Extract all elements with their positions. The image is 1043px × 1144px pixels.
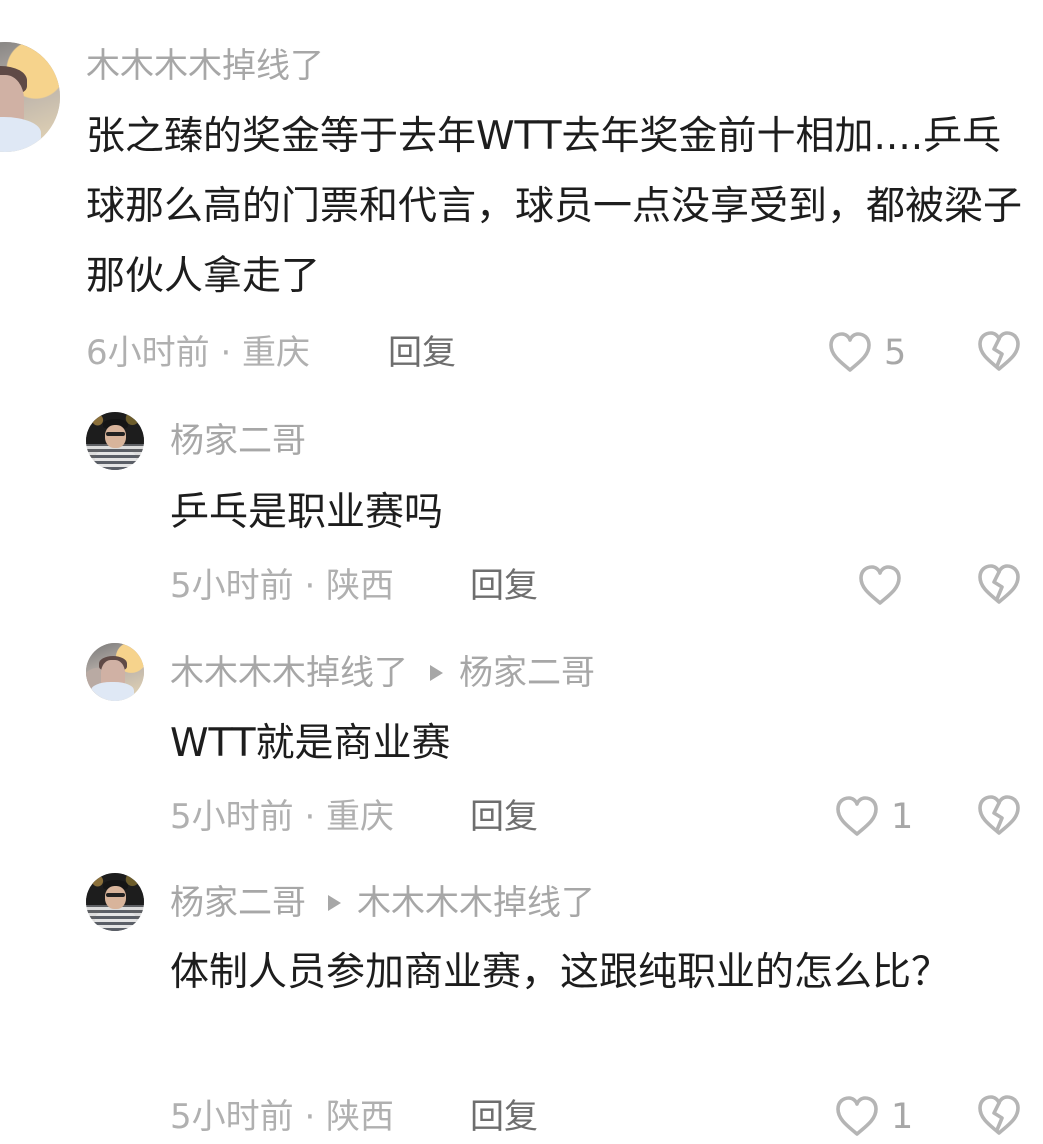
reply-button[interactable]: 回复 <box>470 797 538 837</box>
avatar-face <box>105 885 126 909</box>
heart-outline-icon <box>833 1093 881 1141</box>
like-count: 5 <box>884 333 907 373</box>
heart-outline-icon <box>833 793 881 841</box>
broken-heart-icon <box>975 1092 1023 1140</box>
comment-meta: 6小时前 · 重庆 <box>86 333 311 373</box>
like-button[interactable] <box>856 561 914 611</box>
comment-text: 体制人员参加商业赛，这跟纯职业的怎么比？ <box>170 950 951 995</box>
reply-header: 木木木木掉线了 杨家二哥 <box>170 653 595 693</box>
username[interactable]: 木木木木掉线了 <box>86 46 324 86</box>
dislike-button[interactable] <box>975 561 1025 611</box>
like-button[interactable]: 1 <box>833 792 913 842</box>
comment-meta: 5小时前 · 重庆 <box>170 797 395 837</box>
username[interactable]: 杨家二哥 <box>170 883 306 923</box>
reply-arrow-icon <box>328 894 341 911</box>
avatar[interactable] <box>86 873 144 931</box>
reply-button[interactable]: 回复 <box>470 1097 538 1137</box>
reply-header: 杨家二哥 木木木木掉线了 <box>170 883 595 923</box>
comment-meta: 5小时前 · 陕西 <box>170 566 395 606</box>
broken-heart-icon <box>975 792 1023 840</box>
broken-heart-icon <box>975 328 1023 376</box>
dislike-button[interactable] <box>975 328 1025 378</box>
username[interactable]: 杨家二哥 <box>170 421 306 461</box>
avatar-shirt <box>90 682 135 701</box>
like-button[interactable]: 1 <box>833 1092 913 1142</box>
avatar-glasses <box>105 431 126 437</box>
like-button[interactable]: 5 <box>826 328 906 378</box>
avatar-shirt <box>94 910 137 931</box>
avatar[interactable] <box>86 643 144 701</box>
reply-to-username[interactable]: 木木木木掉线了 <box>357 883 595 923</box>
reply-arrow-icon <box>430 664 443 681</box>
comment-text: WTT就是商业赛 <box>170 721 451 766</box>
dislike-button[interactable] <box>975 1092 1025 1142</box>
reply-to-username[interactable]: 杨家二哥 <box>459 653 595 693</box>
dislike-button[interactable] <box>975 792 1025 842</box>
like-count: 1 <box>891 1097 914 1137</box>
username[interactable]: 木木木木掉线了 <box>170 653 408 693</box>
reply-button[interactable]: 回复 <box>470 566 538 606</box>
heart-outline-icon <box>826 329 874 377</box>
avatar-glasses <box>105 892 126 898</box>
heart-outline-icon <box>856 562 904 610</box>
comment-meta: 5小时前 · 陕西 <box>170 1097 395 1137</box>
comment-text: 乒乓是职业赛吗 <box>170 490 444 535</box>
broken-heart-icon <box>975 561 1023 609</box>
comment-list: 木木木木掉线了 张之臻的奖金等于去年WTT去年奖金前十相加....乒乓球那么高的… <box>0 0 1043 1137</box>
avatar[interactable] <box>86 412 144 470</box>
avatar[interactable] <box>0 42 60 152</box>
like-count: 1 <box>891 797 914 837</box>
reply-button[interactable]: 回复 <box>388 333 456 373</box>
avatar-shirt <box>94 449 137 470</box>
avatar-face <box>105 424 126 448</box>
comment-text: 张之臻的奖金等于去年WTT去年奖金前十相加....乒乓球那么高的门票和代言，球员… <box>86 114 1023 299</box>
